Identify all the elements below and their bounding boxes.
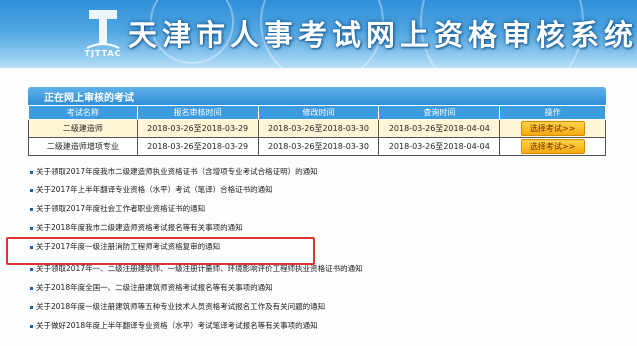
news-link[interactable]: 关于2018年度一级注册建筑师等五种专业技术人员资格考试报名工作及有关问题的通知 bbox=[36, 302, 325, 311]
bullet-icon bbox=[30, 286, 33, 290]
exam-name: 二级建造师 bbox=[28, 119, 138, 138]
news-item[interactable]: 关于做好2018年度上半年翻译专业资格（水平）考试笔译考试报名等有关事项的通知 bbox=[30, 320, 318, 332]
column-header: 考试名称 bbox=[28, 105, 138, 120]
bullet-icon bbox=[30, 188, 33, 192]
bullet-icon bbox=[30, 207, 33, 211]
news-item[interactable]: 关于领取2017年度社会工作者职业资格证书的通知 bbox=[30, 203, 205, 215]
news-item[interactable]: 关于2018年度一级注册建筑师等五种专业技术人员资格考试报名工作及有关问题的通知 bbox=[30, 301, 325, 313]
modify-time: 2018-03-26至2018-03-30 bbox=[257, 119, 380, 138]
section-title: 正在网上审核的考试 bbox=[44, 93, 134, 104]
column-header: 查询时间 bbox=[378, 105, 501, 120]
news-item[interactable]: 关于领取2017年度我市二级建造师执业资格证书（含增项专业考试合格证明）的通知 bbox=[30, 166, 318, 178]
select-exam-button[interactable]: 选择考试>> bbox=[520, 139, 585, 154]
exam-name: 二级建造师增项专业 bbox=[28, 137, 138, 156]
exam-table: 考试名称 报名审核时间 修改时间 查询时间 操作 二级建造师 2018-03-2… bbox=[28, 105, 606, 156]
bullet-icon bbox=[30, 267, 33, 271]
logo-icon bbox=[86, 10, 120, 49]
news-link[interactable]: 关于领取2017年度我市二级建造师执业资格证书（含增项专业考试合格证明）的通知 bbox=[36, 167, 318, 176]
bullet-icon bbox=[30, 170, 33, 174]
register-time: 2018-03-26至2018-03-29 bbox=[136, 137, 259, 156]
news-link[interactable]: 关于2018年度全国一、二级注册建筑师资格考试报名等有关事项的通知 bbox=[36, 283, 273, 292]
news-link[interactable]: 关于做好2018年度上半年翻译专业资格（水平）考试笔译考试报名等有关事项的通知 bbox=[36, 321, 318, 330]
page-title: 天津市人事考试网上资格审核系统 bbox=[128, 18, 637, 52]
news-link[interactable]: 关于2018年度我市二级建造师资格考试报名等有关事项的通知 bbox=[36, 223, 243, 232]
exam-panel: 正在网上审核的考试 考试名称 报名审核时间 修改时间 查询时间 操作 二级建造师… bbox=[28, 87, 606, 156]
query-time: 2018-03-26至2018-04-04 bbox=[378, 119, 501, 138]
table-header-row: 考试名称 报名审核时间 修改时间 查询时间 操作 bbox=[28, 105, 606, 120]
header-banner: TJTTAC 天津市人事考试网上资格审核系统 bbox=[0, 0, 637, 68]
news-item[interactable]: 关于2018年度我市二级建造师资格考试报名等有关事项的通知 bbox=[30, 222, 243, 234]
column-header: 修改时间 bbox=[257, 105, 380, 120]
select-exam-button[interactable]: 选择考试>> bbox=[520, 121, 585, 136]
news-link[interactable]: 关于领取2017年一、二级注册建筑师、一级注册计量师、环境影响评价工程师执业资格… bbox=[36, 264, 363, 273]
action-cell: 选择考试>> bbox=[499, 119, 606, 138]
section-header: 正在网上审核的考试 bbox=[28, 87, 606, 105]
news-item[interactable]: 关于2017年上半年翻译专业资格（水平）考试（笔译）合格证书的通知 bbox=[30, 184, 273, 196]
logo-text: TJTTAC bbox=[84, 49, 122, 58]
bullet-icon bbox=[30, 324, 33, 328]
action-cell: 选择考试>> bbox=[499, 137, 606, 156]
bullet-icon bbox=[30, 305, 33, 309]
main-content: 正在网上审核的考试 考试名称 报名审核时间 修改时间 查询时间 操作 二级建造师… bbox=[0, 68, 637, 346]
news-link[interactable]: 关于2017年上半年翻译专业资格（水平）考试（笔译）合格证书的通知 bbox=[36, 185, 273, 194]
news-link[interactable]: 关于领取2017年度社会工作者职业资格证书的通知 bbox=[36, 204, 205, 213]
register-time: 2018-03-26至2018-03-29 bbox=[136, 119, 259, 138]
column-header: 报名审核时间 bbox=[136, 105, 259, 120]
column-header: 操作 bbox=[499, 105, 606, 120]
table-row: 二级建造师 2018-03-26至2018-03-29 2018-03-26至2… bbox=[28, 119, 606, 138]
table-row: 二级建造师增项专业 2018-03-26至2018-03-29 2018-03-… bbox=[28, 137, 606, 156]
bullet-icon bbox=[30, 226, 33, 230]
highlight-box bbox=[6, 237, 315, 265]
news-item[interactable]: 关于2018年度全国一、二级注册建筑师资格考试报名等有关事项的通知 bbox=[30, 282, 273, 294]
modify-time: 2018-03-26至2018-03-30 bbox=[257, 137, 380, 156]
query-time: 2018-03-26至2018-04-04 bbox=[378, 137, 501, 156]
